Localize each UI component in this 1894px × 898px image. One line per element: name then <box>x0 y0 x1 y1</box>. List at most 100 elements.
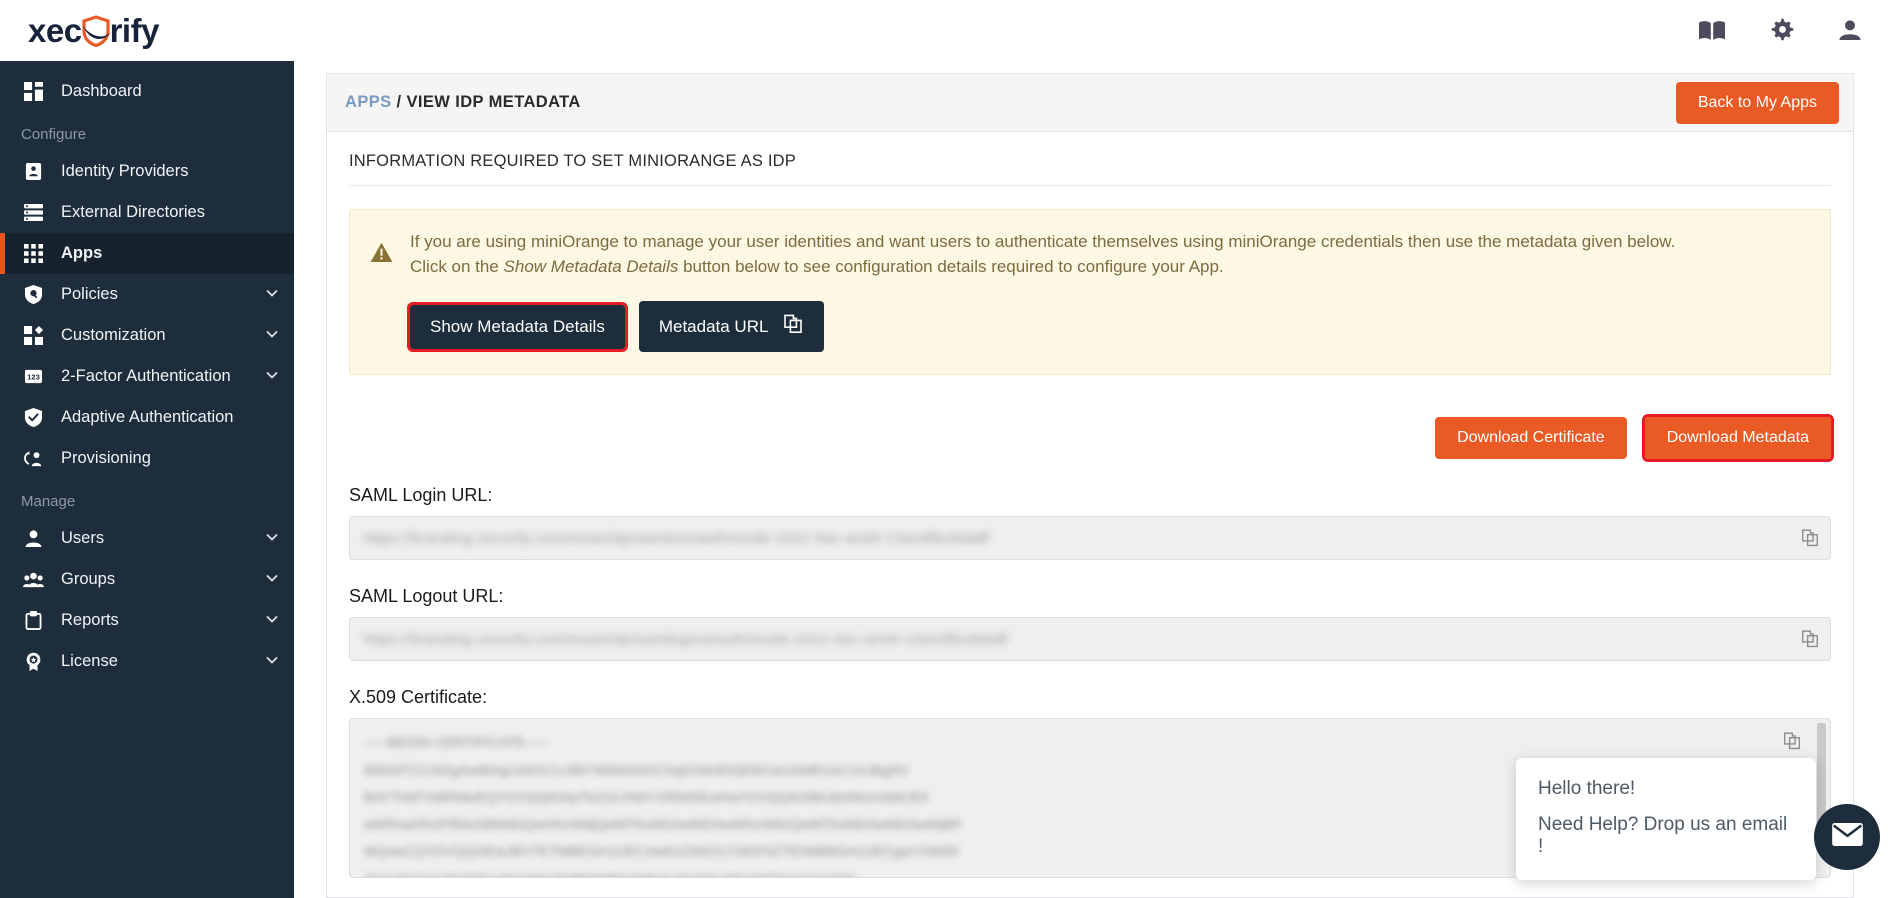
chat-greeting: Hello there! <box>1538 778 1636 799</box>
metadata-url-button[interactable]: Metadata URL <box>638 301 825 353</box>
breadcrumb-current: VIEW IDP METADATA <box>406 93 581 111</box>
sidebar-item-identity-providers[interactable]: Identity Providers <box>0 151 294 192</box>
copy-icon[interactable] <box>1782 731 1802 751</box>
sidebar-item-label: Dashboard <box>61 82 142 100</box>
logo-text: xec rify <box>28 12 159 50</box>
chevron-down-icon[interactable] <box>266 285 278 304</box>
license-badge-icon <box>19 651 47 673</box>
sidebar-item-customization[interactable]: Customization <box>0 315 294 356</box>
sidebar-item-label: License <box>61 652 118 670</box>
chevron-down-icon[interactable] <box>266 326 278 345</box>
saml-login-url-value: https://branding.xecurify.com/moas/idp/s… <box>364 529 990 547</box>
saml-login-url-field[interactable]: https://branding.xecurify.com/moas/idp/s… <box>349 516 1831 561</box>
warning-triangle-icon <box>370 230 410 352</box>
sidebar-item-license[interactable]: License <box>0 641 294 682</box>
alert-line-2: Click on the Show Metadata Details butto… <box>410 255 1808 280</box>
shield-swoosh-icon <box>81 14 111 47</box>
saml-logout-url-label: SAML Logout URL: <box>349 586 504 607</box>
book-icon[interactable] <box>1699 20 1725 41</box>
sidebar-item-groups[interactable]: Groups <box>0 559 294 600</box>
apps-grid-icon <box>19 243 47 265</box>
logo-text-right: rify <box>109 11 160 49</box>
policy-shield-icon <box>19 284 47 306</box>
alert-line-1: If you are using miniOrange to manage yo… <box>410 232 1676 251</box>
saml-login-url-label: SAML Login URL: <box>349 485 493 506</box>
sidebar-item-dashboard[interactable]: Dashboard <box>0 71 294 112</box>
sidebar-item-label: Apps <box>61 244 103 262</box>
chat-bubble: Hello there! Need Help? Drop us an email… <box>1516 758 1816 880</box>
gear-icon[interactable] <box>1769 18 1794 43</box>
cert-line: -----BEGIN CERTIFICATE----- <box>364 734 549 751</box>
clipboard-icon <box>19 610 47 632</box>
sidebar-section-manage: Manage <box>21 493 76 510</box>
copy-icon[interactable] <box>782 313 804 340</box>
sidebar-item-2-factor-authentication[interactable]: 123 2-Factor Authentication <box>0 356 294 397</box>
alert-line-2-suffix: button below to see configuration detail… <box>678 256 1224 276</box>
chevron-down-icon[interactable] <box>266 529 278 548</box>
alert-body: If you are using miniOrange to manage yo… <box>407 230 1808 353</box>
download-actions: Download Certificate Download Metadata <box>349 414 1835 463</box>
logo[interactable]: xec rify <box>0 0 294 61</box>
envelope-icon <box>1831 823 1863 851</box>
saml-logout-url-field[interactable]: https://branding.xecurify.com/moas/idp/s… <box>349 617 1831 662</box>
sidebar-item-label: 2-Factor Authentication <box>61 367 231 385</box>
alert-line-2-prefix: Click on the <box>410 256 504 276</box>
chevron-down-icon[interactable] <box>266 611 278 630</box>
sidebar-nav: Dashboard Configure Identity Providers E… <box>0 61 294 898</box>
directories-icon <box>19 202 47 224</box>
id-card-icon <box>19 161 47 183</box>
sidebar-item-label: Provisioning <box>61 449 151 467</box>
chevron-down-icon[interactable] <box>266 367 278 386</box>
chevron-down-icon[interactable] <box>266 570 278 589</box>
sidebar-item-reports[interactable]: Reports <box>0 600 294 641</box>
sidebar-item-label: Adaptive Authentication <box>61 408 234 426</box>
app-root: xec rify Dashboard Configure Identity Pr… <box>0 0 1894 898</box>
topbar <box>294 0 1894 61</box>
two-factor-icon: 123 <box>19 366 47 388</box>
sidebar-item-external-directories[interactable]: External Directories <box>0 192 294 233</box>
groups-icon <box>19 569 47 591</box>
breadcrumb-separator: / <box>391 93 407 111</box>
sidebar-item-label: Customization <box>61 326 166 344</box>
sidebar-item-label: Identity Providers <box>61 162 189 180</box>
sidebar-item-label: Reports <box>61 611 119 629</box>
alert-line-2-emphasis: Show Metadata Details <box>503 256 679 276</box>
provisioning-icon <box>19 448 47 470</box>
chat-email-button[interactable] <box>1814 804 1880 870</box>
alert-actions: Show Metadata Details Metadata URL <box>407 301 1808 353</box>
show-metadata-details-button[interactable]: Show Metadata Details <box>407 301 628 352</box>
info-alert: If you are using miniOrange to manage yo… <box>349 209 1831 376</box>
copy-icon[interactable] <box>1800 528 1820 548</box>
section-title: INFORMATION REQUIRED TO SET MINIORANGE A… <box>349 152 1831 186</box>
back-to-my-apps-button[interactable]: Back to My Apps <box>1675 81 1839 124</box>
x509-certificate-label: X.509 Certificate: <box>349 687 488 708</box>
metadata-url-label: Metadata URL <box>658 316 769 336</box>
sidebar-item-label: Users <box>61 529 105 547</box>
card-header: APPS / VIEW IDP METADATA Back to My Apps <box>327 74 1853 132</box>
user-icon <box>19 528 47 550</box>
copy-icon[interactable] <box>1800 629 1820 649</box>
breadcrumb: APPS / VIEW IDP METADATA <box>345 93 581 112</box>
sidebar-item-label: Policies <box>61 285 118 303</box>
download-certificate-button[interactable]: Download Certificate <box>1435 417 1627 460</box>
dashboard-icon <box>19 81 47 103</box>
sidebar-item-policies[interactable]: Policies <box>0 274 294 315</box>
shield-check-icon <box>19 407 47 429</box>
sidebar-item-users[interactable]: Users <box>0 518 294 559</box>
sidebar-section-configure: Configure <box>21 126 87 143</box>
sidebar-item-provisioning[interactable]: Provisioning <box>0 438 294 479</box>
user-icon[interactable] <box>1838 19 1862 41</box>
chat-prompt: Need Help? Drop us an email ! <box>1538 814 1788 857</box>
saml-logout-url-value: https://branding.xecurify.com/moas/idp/s… <box>364 630 1008 648</box>
chevron-down-icon[interactable] <box>266 652 278 671</box>
sidebar-item-label: External Directories <box>61 203 205 221</box>
sidebar-item-apps[interactable]: Apps <box>0 233 294 274</box>
sidebar-item-adaptive-authentication[interactable]: Adaptive Authentication <box>0 397 294 438</box>
customization-icon <box>19 325 47 347</box>
sidebar-item-label: Groups <box>61 570 116 588</box>
logo-text-left: xec <box>28 11 82 49</box>
breadcrumb-apps-link[interactable]: APPS <box>345 93 392 111</box>
sidebar: xec rify Dashboard Configure Identity Pr… <box>0 0 294 898</box>
download-metadata-button[interactable]: Download Metadata <box>1641 414 1835 463</box>
svg-text:123: 123 <box>27 373 40 382</box>
